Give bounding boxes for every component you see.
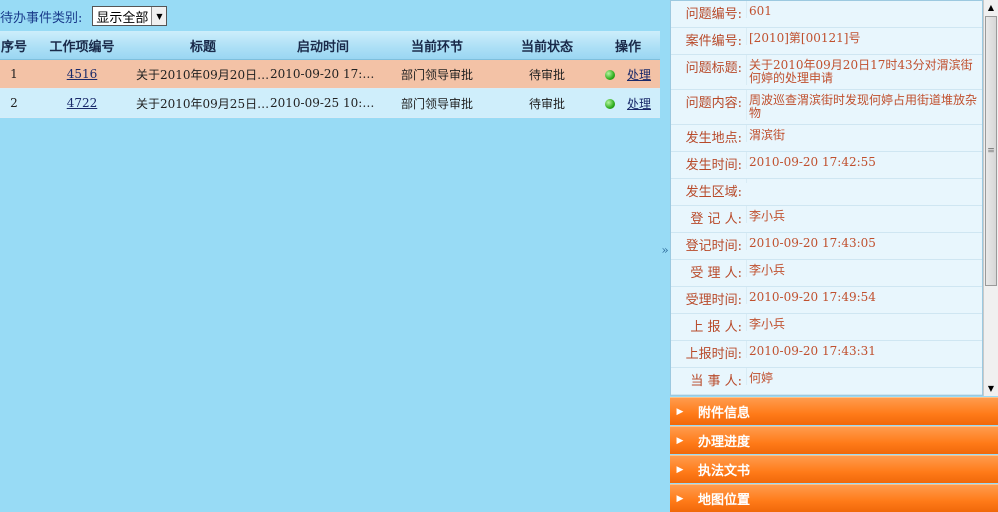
status-dot-icon [604, 70, 615, 80]
row-start-time: 2010-09-20 17:49:30 [270, 59, 376, 89]
row-stage: 部门领导审批 [376, 59, 498, 89]
scrollbar-thumb[interactable]: ≡ [985, 16, 997, 286]
category-select[interactable]: 显示全部 ▼ [92, 6, 168, 26]
detail-row-content: 问题内容: 周波巡查渭滨街时发现何婷占用街道堆放杂物 [671, 90, 982, 125]
detail-row-area: 发生区域: [671, 179, 982, 206]
detail-value: 何婷 [746, 368, 982, 385]
row-index: 1 [0, 59, 28, 89]
chevron-down-icon[interactable]: ▼ [151, 7, 167, 25]
col-header-action[interactable]: 操作 [596, 31, 660, 60]
detail-label: 受 理 人: [690, 266, 742, 281]
accordion-label: 附件信息 [698, 406, 751, 421]
detail-label: 问题编号: [685, 7, 742, 22]
detail-value: 2010-09-20 17:43:31 [746, 341, 982, 358]
detail-row-location: 发生地点: 渭滨街 [671, 125, 982, 152]
row-start-time: 2010-09-25 10:39:49 [270, 88, 376, 118]
detail-value: 李小兵 [746, 314, 982, 331]
process-link[interactable]: 处理 [627, 97, 651, 111]
chevron-right-icon: ▶ [676, 435, 684, 446]
scroll-up-icon[interactable]: ▲ [984, 0, 998, 15]
detail-row-report-time: 上报时间: 2010-09-20 17:43:31 [671, 341, 982, 368]
task-list-pane: 待办事件类别: 显示全部 ▼ 序号 工作项编号 标题 启动时间 当前环节 当前状… [0, 0, 660, 500]
row-index: 2 [0, 88, 28, 118]
chevron-right-icon: ▶ [676, 464, 684, 475]
detail-row-register-time: 登记时间: 2010-09-20 17:43:05 [671, 233, 982, 260]
detail-value: 2010-09-20 17:43:05 [746, 233, 982, 250]
process-link[interactable]: 处理 [627, 68, 651, 82]
accordion-label: 办理进度 [698, 435, 751, 450]
col-header-title[interactable]: 标题 [136, 31, 270, 60]
detail-label: 发生区域: [685, 185, 742, 200]
detail-label: 案件编号: [685, 34, 742, 49]
row-action-cell: 处理 [596, 88, 660, 118]
row-action-cell: 处理 [596, 59, 660, 89]
task-table: 序号 工作项编号 标题 启动时间 当前环节 当前状态 操作 1 4516 关于2… [0, 31, 660, 118]
table-row[interactable]: 2 4722 关于2010年09月25日09... 2010-09-25 10:… [0, 88, 660, 118]
row-stage: 部门领导审批 [376, 88, 498, 118]
pane-splitter[interactable]: » [660, 0, 670, 500]
detail-row-accept-time: 受理时间: 2010-09-20 17:49:54 [671, 287, 982, 314]
row-status: 待审批 [498, 59, 596, 89]
filter-label: 待办事件类别: [0, 10, 83, 26]
accordion-attachments[interactable]: ▶ 附件信息 [670, 397, 998, 425]
row-id-cell: 4722 [28, 88, 136, 118]
detail-row-occur-time: 发生时间: 2010-09-20 17:42:55 [671, 152, 982, 179]
col-header-id[interactable]: 工作项编号 [28, 31, 136, 60]
work-item-link[interactable]: 4516 [67, 67, 98, 81]
category-select-value: 显示全部 [96, 10, 149, 26]
detail-scrollbar[interactable]: ▲ ≡ ▼ [983, 0, 998, 396]
scroll-down-icon[interactable]: ▼ [984, 381, 998, 396]
detail-row-issue-no: 问题编号: 601 [671, 1, 982, 28]
accordion-progress[interactable]: ▶ 办理进度 [670, 426, 998, 454]
accordion-label: 执法文书 [698, 464, 751, 479]
chevron-right-icon: ▶ [676, 406, 684, 417]
row-title: 关于2010年09月20日17... [136, 59, 270, 89]
detail-value: 2010-09-20 17:42:55 [746, 152, 982, 169]
double-chevron-right-icon[interactable]: » [661, 243, 668, 257]
detail-value: 渭滨街 [746, 125, 982, 142]
detail-label: 当 事 人: [690, 374, 742, 389]
col-header-stage[interactable]: 当前环节 [376, 31, 498, 60]
category-filter: 待办事件类别: 显示全部 ▼ [0, 5, 168, 27]
detail-row-title: 问题标题: 关于2010年09月20日17时43分对渭滨街何婷的处理申请 [671, 55, 982, 90]
detail-label: 问题标题: [685, 61, 742, 76]
detail-row-reporter: 上 报 人: 李小兵 [671, 314, 982, 341]
row-id-cell: 4516 [28, 59, 136, 89]
col-header-index[interactable]: 序号 [0, 31, 28, 60]
detail-label: 发生地点: [685, 131, 742, 146]
detail-value: 关于2010年09月20日17时43分对渭滨街何婷的处理申请 [746, 55, 982, 85]
detail-label: 登记时间: [685, 239, 742, 254]
detail-label: 问题内容: [685, 96, 742, 111]
detail-pane: 问题编号: 601 案件编号: [2010]第[00121]号 问题标题: 关于… [670, 0, 998, 512]
accordion-documents[interactable]: ▶ 执法文书 [670, 455, 998, 483]
detail-label: 上 报 人: [690, 320, 742, 335]
col-header-start-time[interactable]: 启动时间 [270, 31, 376, 60]
detail-row-registrar: 登 记 人: 李小兵 [671, 206, 982, 233]
detail-value: 2010-09-20 17:49:54 [746, 287, 982, 304]
detail-row-party: 当 事 人: 何婷 [671, 368, 982, 395]
row-title: 关于2010年09月25日09... [136, 88, 270, 118]
chevron-right-icon: ▶ [676, 493, 684, 504]
detail-value: 李小兵 [746, 260, 982, 277]
detail-label: 受理时间: [685, 293, 742, 308]
detail-row-case-no: 案件编号: [2010]第[00121]号 [671, 28, 982, 55]
accordion-map[interactable]: ▶ 地图位置 [670, 484, 998, 512]
accordion-label: 地图位置 [698, 493, 751, 508]
detail-panel: 问题编号: 601 案件编号: [2010]第[00121]号 问题标题: 关于… [670, 0, 983, 396]
detail-value: 周波巡查渭滨街时发现何婷占用街道堆放杂物 [746, 90, 982, 120]
row-status: 待审批 [498, 88, 596, 118]
table-header-row: 序号 工作项编号 标题 启动时间 当前环节 当前状态 操作 [0, 31, 660, 60]
detail-value: 601 [746, 1, 982, 18]
detail-label: 发生时间: [685, 158, 742, 173]
status-dot-icon [604, 99, 615, 109]
table-row[interactable]: 1 4516 关于2010年09月20日17... 2010-09-20 17:… [0, 59, 660, 89]
detail-value: 李小兵 [746, 206, 982, 223]
detail-label: 登 记 人: [690, 212, 742, 227]
detail-row-acceptor: 受 理 人: 李小兵 [671, 260, 982, 287]
work-item-link[interactable]: 4722 [67, 96, 98, 110]
col-header-status[interactable]: 当前状态 [498, 31, 596, 60]
detail-value: [2010]第[00121]号 [746, 28, 982, 45]
detail-label: 上报时间: [685, 347, 742, 362]
detail-value [746, 179, 982, 183]
